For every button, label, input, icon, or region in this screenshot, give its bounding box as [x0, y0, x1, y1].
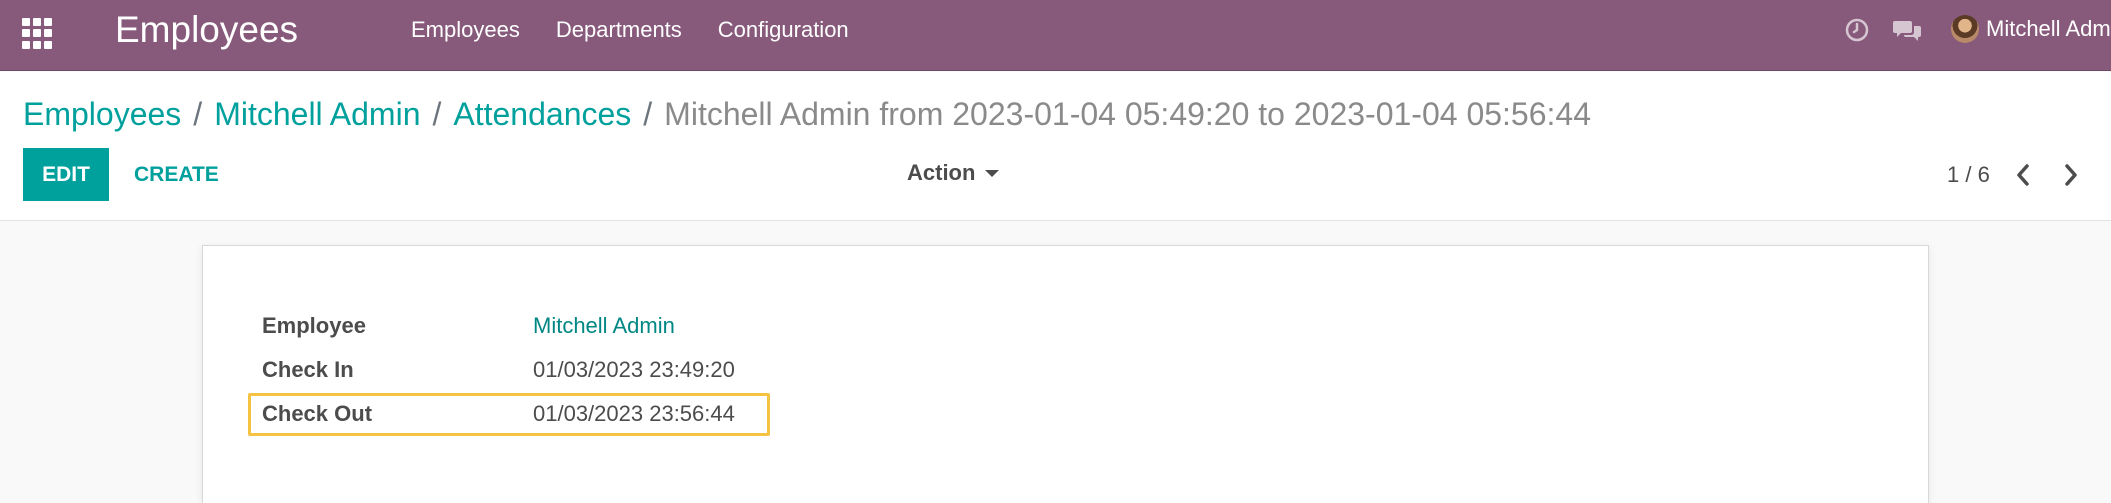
user-menu[interactable]: Mitchell Admin: [1951, 15, 2111, 43]
breadcrumb-employee[interactable]: Mitchell Admin: [214, 94, 420, 134]
highlight-box: [248, 393, 770, 436]
chevron-left-icon: [2017, 164, 2029, 186]
main-menu: Employees Departments Configuration: [411, 17, 849, 43]
breadcrumb-employees[interactable]: Employees: [23, 94, 181, 134]
action-label: Action: [907, 160, 976, 185]
pager-previous-button[interactable]: [2008, 160, 2038, 190]
apps-grid-icon[interactable]: [22, 15, 56, 49]
menu-item-departments[interactable]: Departments: [556, 17, 682, 43]
user-name: Mitchell Admin: [1986, 16, 2111, 41]
field-label-check-in: Check In: [262, 357, 354, 382]
menu-item-employees[interactable]: Employees: [411, 17, 520, 43]
app-title: Employees: [115, 9, 299, 50]
field-employee: Employee Mitchell Admin: [262, 306, 675, 346]
breadcrumb-separator: /: [193, 96, 203, 132]
field-check-in: Check In 01/03/2023 23:49:20: [262, 350, 735, 390]
breadcrumb-current: Mitchell Admin from 2023-01-04 05:49:20 …: [664, 96, 1591, 132]
avatar: [1951, 15, 1979, 43]
caret-down-icon: [985, 169, 1000, 177]
field-label-employee: Employee: [262, 313, 366, 338]
create-button[interactable]: CREATE: [124, 148, 229, 201]
edit-button[interactable]: EDIT: [23, 148, 109, 201]
chat-icon[interactable]: [1892, 18, 1922, 44]
form-sheet: Employee Mitchell Admin Check In 01/03/2…: [202, 245, 1929, 503]
pager: 1 / 6: [1947, 160, 2086, 190]
clock-icon[interactable]: [1845, 18, 1869, 42]
control-panel: Employees / Mitchell Admin / Attendances…: [0, 72, 2111, 221]
menu-item-configuration[interactable]: Configuration: [718, 17, 849, 43]
breadcrumb-separator: /: [643, 96, 653, 132]
action-dropdown[interactable]: Action: [907, 160, 1000, 186]
field-value-check-in: 01/03/2023 23:49:20: [533, 357, 735, 382]
pager-next-button[interactable]: [2056, 160, 2086, 190]
pager-value[interactable]: 1 / 6: [1947, 162, 1990, 188]
breadcrumb: Employees / Mitchell Admin / Attendances…: [23, 94, 1591, 134]
field-value-employee-link[interactable]: Mitchell Admin: [533, 313, 675, 339]
chevron-right-icon: [2065, 164, 2077, 186]
top-navbar: Employees Employees Departments Configur…: [0, 0, 2111, 71]
breadcrumb-separator: /: [432, 96, 442, 132]
breadcrumb-attendances[interactable]: Attendances: [453, 94, 631, 134]
